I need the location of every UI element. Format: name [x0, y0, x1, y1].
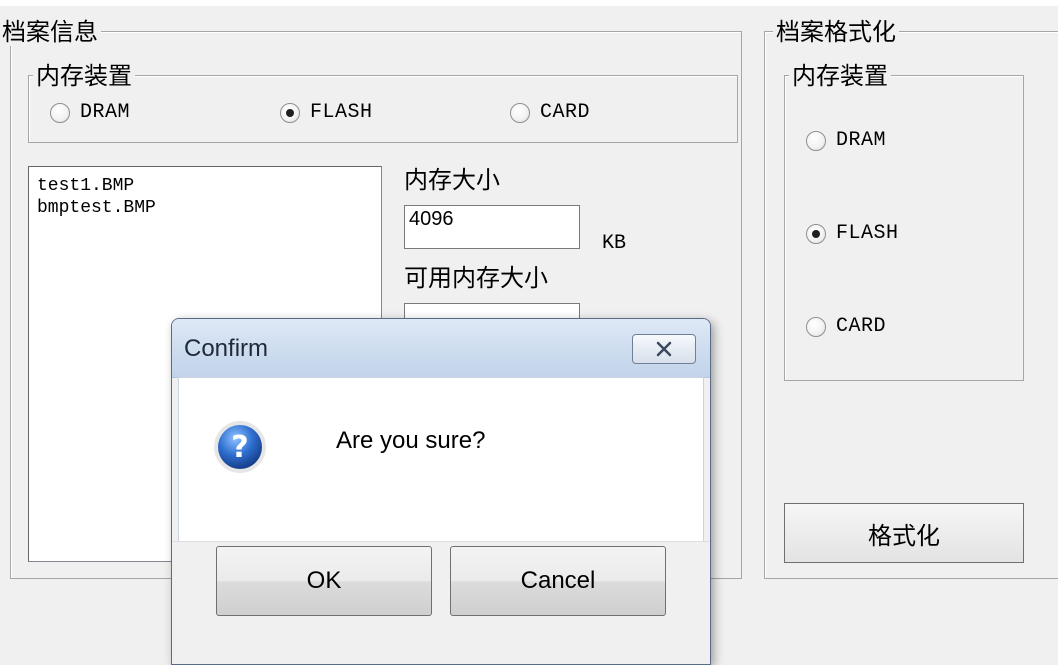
top-edge [0, 0, 1058, 6]
format-radio-card[interactable]: CARD [806, 315, 886, 339]
radio-indicator-checked [280, 103, 300, 123]
memory-size-unit: KB [602, 232, 627, 255]
svg-text:?: ? [231, 430, 248, 465]
radio-flash[interactable]: FLASH [280, 101, 373, 125]
radio-label: CARD [836, 315, 887, 338]
memory-device-title: 内存装置 [33, 62, 135, 90]
confirm-dialog: Confirm ? Are you sure? OK Cancel [171, 318, 711, 665]
radio-card[interactable]: CARD [510, 101, 590, 125]
format-title: 档案格式化 [773, 18, 899, 46]
memory-device-group: 内存装置 [28, 62, 738, 143]
format-button[interactable]: 格式化 [784, 503, 1024, 563]
memory-size-label: 内存大小 [404, 166, 500, 194]
radio-indicator [50, 103, 70, 123]
radio-dram[interactable]: DRAM [50, 101, 130, 125]
ok-button[interactable]: OK [216, 546, 432, 616]
dialog-close-button[interactable] [632, 334, 696, 364]
radio-label: CARD [540, 101, 591, 124]
dialog-titlebar[interactable]: Confirm [172, 319, 710, 378]
radio-indicator [510, 103, 530, 123]
radio-indicator-checked [806, 224, 826, 244]
question-icon: ? [214, 421, 266, 473]
radio-indicator [806, 317, 826, 337]
radio-label: FLASH [836, 222, 899, 245]
format-radio-flash[interactable]: FLASH [806, 222, 899, 246]
file-info-title: 档案信息 [0, 18, 101, 46]
list-item[interactable]: test1.BMP [29, 175, 381, 197]
close-icon [656, 341, 672, 357]
format-memory-device-title: 内存装置 [789, 62, 891, 90]
dialog-title: Confirm [184, 335, 269, 362]
free-memory-label: 可用内存大小 [404, 264, 548, 292]
list-item[interactable]: bmptest.BMP [29, 197, 381, 219]
cancel-button[interactable]: Cancel [450, 546, 666, 616]
dialog-message: Are you sure? [336, 427, 486, 454]
radio-indicator [806, 131, 826, 151]
format-radio-dram[interactable]: DRAM [806, 129, 886, 153]
radio-label: DRAM [836, 129, 887, 152]
radio-label: FLASH [310, 101, 373, 124]
radio-label: DRAM [80, 101, 131, 124]
memory-size-field[interactable]: 4096 [404, 205, 580, 249]
